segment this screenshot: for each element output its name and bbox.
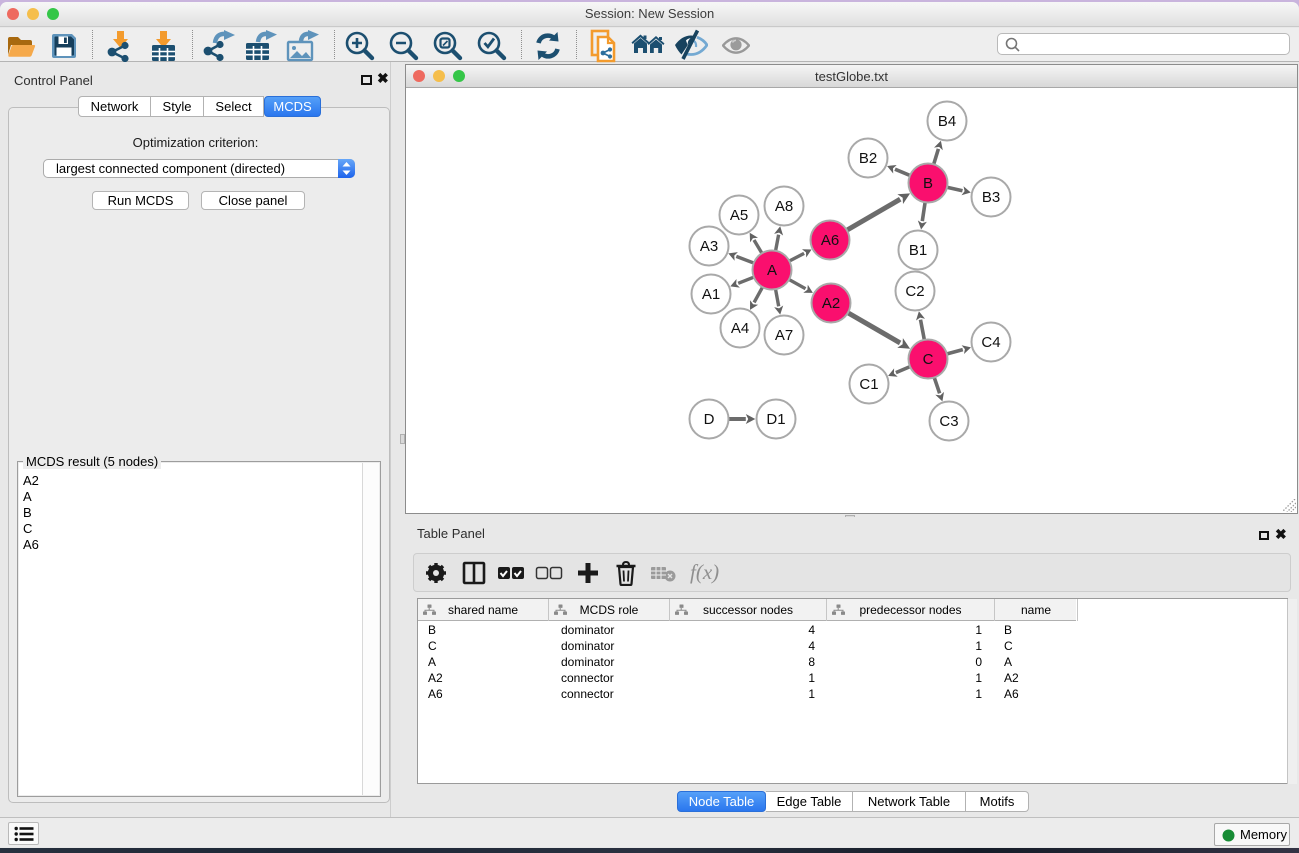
- svg-text:C: C: [923, 351, 934, 368]
- svg-text:C4: C4: [981, 334, 1000, 351]
- svg-text:A3: A3: [700, 238, 718, 255]
- svg-text:D: D: [704, 411, 715, 428]
- svg-text:B3: B3: [982, 189, 1000, 206]
- svg-text:C1: C1: [859, 376, 878, 393]
- svg-text:C2: C2: [905, 283, 924, 300]
- svg-text:A4: A4: [731, 320, 749, 337]
- svg-text:A: A: [767, 262, 777, 279]
- svg-text:B1: B1: [909, 242, 927, 259]
- svg-text:A6: A6: [821, 232, 839, 249]
- svg-text:A2: A2: [822, 295, 840, 312]
- svg-text:B4: B4: [938, 113, 956, 130]
- svg-text:A8: A8: [775, 198, 793, 215]
- svg-text:A5: A5: [730, 207, 748, 224]
- svg-text:D1: D1: [766, 411, 785, 428]
- svg-text:B: B: [923, 175, 933, 192]
- svg-text:C3: C3: [939, 413, 958, 430]
- svg-text:A7: A7: [775, 327, 793, 344]
- svg-text:A1: A1: [702, 286, 720, 303]
- svg-text:B2: B2: [859, 150, 877, 167]
